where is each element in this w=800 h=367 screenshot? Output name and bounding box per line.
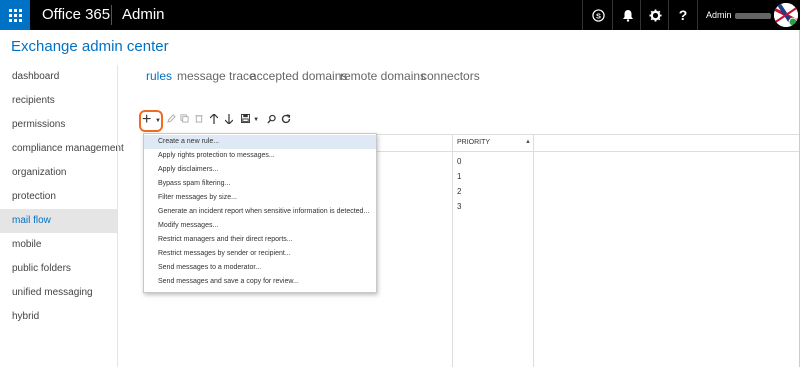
nav-item-organization[interactable]: organization <box>0 161 117 185</box>
nav-item-recipients[interactable]: recipients <box>0 89 117 113</box>
priority-column-header[interactable]: PRIORITY <box>457 139 490 146</box>
nav-item-mobile[interactable]: mobile <box>0 233 117 257</box>
new-rule-menu: Create a new rule... Apply rights protec… <box>143 133 377 293</box>
toolbar-separator <box>697 0 698 30</box>
user-name-redacted <box>734 12 771 19</box>
copy-icon <box>180 114 189 123</box>
nav-divider <box>117 65 118 367</box>
column-separator <box>533 134 534 367</box>
move-up-button[interactable] <box>209 113 219 127</box>
tab-message-trace[interactable]: message trace <box>177 69 256 83</box>
tab-connectors[interactable]: connectors <box>421 69 480 83</box>
user-menu[interactable]: Admin <box>706 10 771 20</box>
help-icon: ? <box>678 7 688 23</box>
chevron-down-icon[interactable]: ▼ <box>155 118 161 124</box>
copy-button[interactable] <box>180 114 189 126</box>
nav-item-compliance-management[interactable]: compliance management <box>0 137 124 161</box>
menu-item-restrict-managers[interactable]: Restrict managers and their direct repor… <box>144 233 376 247</box>
priority-cell: 3 <box>457 202 462 211</box>
svg-text:S: S <box>596 11 601 20</box>
column-separator <box>452 134 453 367</box>
chevron-down-icon: ▼ <box>253 117 260 123</box>
menu-item-bypass-spam-filtering[interactable]: Bypass spam filtering... <box>144 177 376 191</box>
new-rule-button[interactable]: + <box>142 111 151 129</box>
priority-cell: 1 <box>457 172 462 181</box>
tab-accepted-domains[interactable]: accepted domains <box>250 69 347 83</box>
search-icon <box>267 114 276 124</box>
refresh-icon <box>281 114 291 124</box>
menu-item-restrict-sender-recipient[interactable]: Restrict messages by sender or recipient… <box>144 247 376 261</box>
sort-ascending-icon[interactable]: ▲ <box>525 139 531 145</box>
save-icon <box>241 114 250 123</box>
arrow-up-icon <box>209 113 219 124</box>
top-bar: Office 365 Admin S ? Admin <box>0 0 800 30</box>
priority-cell: 0 <box>457 157 462 166</box>
menu-item-modify-messages[interactable]: Modify messages... <box>144 219 376 233</box>
help-button[interactable]: ? <box>668 0 698 30</box>
tab-remote-domains[interactable]: remote domains <box>340 69 426 83</box>
menu-item-create-new-rule[interactable]: Create a new rule... <box>144 135 376 149</box>
menu-item-send-and-save-copy[interactable]: Send messages and save a copy for review… <box>144 275 376 289</box>
edit-button[interactable] <box>167 114 176 126</box>
search-button[interactable] <box>267 114 276 127</box>
avatar-image <box>774 3 798 27</box>
delete-button[interactable] <box>195 114 203 126</box>
app-launcher-icon <box>8 8 22 22</box>
user-name: Admin <box>706 10 732 20</box>
nav-item-protection[interactable]: protection <box>0 185 117 209</box>
office-365-brand[interactable]: Office 365 <box>42 6 110 23</box>
menu-item-incident-report[interactable]: Generate an incident report when sensiti… <box>144 205 376 219</box>
avatar[interactable] <box>774 3 798 27</box>
refresh-button[interactable] <box>281 114 291 127</box>
delete-icon <box>195 115 203 123</box>
app-launcher-button[interactable] <box>0 0 30 30</box>
pencil-icon <box>167 114 176 123</box>
priority-cell: 2 <box>457 187 462 196</box>
menu-item-apply-rights-protection[interactable]: Apply rights protection to messages... <box>144 149 376 163</box>
nav-item-unified-messaging[interactable]: unified messaging <box>0 281 117 305</box>
settings-button[interactable] <box>640 0 670 30</box>
menu-item-apply-disclaimers[interactable]: Apply disclaimers... <box>144 163 376 177</box>
move-down-button[interactable] <box>224 114 234 127</box>
nav-item-dashboard[interactable]: dashboard <box>0 65 117 89</box>
page-title: Exchange admin center <box>11 38 169 55</box>
menu-item-filter-by-size[interactable]: Filter messages by size... <box>144 191 376 205</box>
header-divider <box>111 5 112 25</box>
skype-icon: S <box>591 8 605 22</box>
app-title[interactable]: Admin <box>122 6 165 23</box>
nav-item-permissions[interactable]: permissions <box>0 113 117 137</box>
save-menu-button[interactable]: ▼ <box>241 114 259 126</box>
notifications-button[interactable] <box>613 0 643 30</box>
plus-icon: + <box>142 111 152 128</box>
menu-item-send-to-moderator[interactable]: Send messages to a moderator... <box>144 261 376 275</box>
gear-icon <box>648 8 662 22</box>
tab-rules[interactable]: rules <box>146 69 172 83</box>
nav-item-public-folders[interactable]: public folders <box>0 257 117 281</box>
nav-item-mail-flow[interactable]: mail flow <box>0 209 117 233</box>
skype-button[interactable]: S <box>583 0 613 30</box>
arrow-down-icon <box>224 114 234 125</box>
bell-icon <box>623 9 633 22</box>
nav-item-hybrid[interactable]: hybrid <box>0 305 117 329</box>
